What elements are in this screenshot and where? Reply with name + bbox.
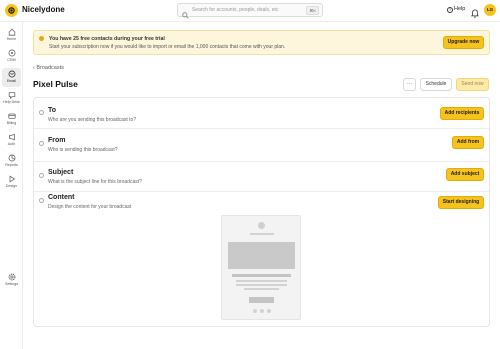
- sidebar-item-email[interactable]: Email: [2, 68, 21, 87]
- banner-title: You have 25 free contacts during your fr…: [49, 36, 165, 42]
- sidebar-item-help-desk[interactable]: Help Desk: [2, 89, 21, 108]
- banner-text: Start your subscription now if you would…: [49, 44, 286, 50]
- email-icon: [8, 70, 15, 78]
- search-shortcut: ⌘K: [306, 6, 319, 15]
- sidebar: Home CRM Email Help Desk Billing Auth Re…: [0, 22, 23, 349]
- sidebar-item-label: Help Desk: [3, 100, 20, 104]
- breadcrumb[interactable]: ‹ Broadcasts: [33, 65, 64, 71]
- add-from-button[interactable]: Add from: [452, 136, 484, 149]
- sidebar-item-label: Reports: [5, 163, 18, 167]
- preview-button: [249, 297, 274, 303]
- trial-banner: You have 25 free contacts during your fr…: [33, 30, 490, 55]
- section-subtitle: What is the subject line for this broadc…: [48, 179, 142, 185]
- sidebar-item-label: Email: [7, 79, 16, 83]
- sidebar-item-auth[interactable]: Auth: [2, 131, 21, 150]
- upgrade-now-button[interactable]: Upgrade now: [443, 36, 484, 49]
- brand-logo[interactable]: [5, 4, 18, 17]
- help-label: Help: [454, 6, 466, 12]
- section-subtitle: Design the content for your broadcast: [48, 204, 132, 210]
- section-title: From: [48, 137, 66, 144]
- sidebar-item-label: Design: [5, 184, 18, 188]
- search-input[interactable]: Search for accounts, people, deals, etc: [192, 7, 278, 13]
- gear-icon: [8, 273, 15, 281]
- more-options-button[interactable]: ···: [403, 78, 416, 91]
- home-icon: [8, 28, 15, 36]
- schedule-button[interactable]: Schedule: [420, 78, 452, 91]
- section-subject: Subject What is the subject line for thi…: [34, 162, 489, 192]
- status-circle-icon: [39, 141, 44, 146]
- section-subtitle: Who is sending this broadcast?: [48, 147, 118, 153]
- section-to: To Who are you sending this broadcast to…: [34, 98, 489, 129]
- design-icon: [9, 175, 15, 183]
- preview-logo: [258, 222, 265, 229]
- search-bar[interactable]: Search for accounts, people, deals, etc …: [177, 3, 323, 19]
- sidebar-item-crm[interactable]: CRM: [2, 47, 21, 66]
- help-icon: ?: [447, 7, 453, 13]
- section-subtitle: Who are you sending this broadcast to?: [48, 117, 137, 123]
- help-button[interactable]: ? Help: [447, 6, 465, 13]
- crm-icon: [8, 49, 15, 57]
- page-title: Pixel Pulse: [33, 79, 78, 89]
- breadcrumb-label: Broadcasts: [36, 65, 64, 71]
- sidebar-item-design[interactable]: Design: [2, 173, 21, 192]
- add-recipients-button[interactable]: Add recipients: [440, 107, 484, 120]
- add-subject-button[interactable]: Add subject: [446, 168, 484, 181]
- preview-social-dot: [253, 309, 257, 313]
- brand-name: Nicelydone: [22, 5, 65, 14]
- sidebar-item-label: CRM: [7, 58, 16, 62]
- auth-icon: [8, 133, 15, 141]
- sidebar-item-label: Billing: [6, 121, 17, 125]
- warning-icon: [39, 36, 44, 41]
- chevron-left-icon: ‹: [33, 65, 35, 71]
- preview-line: [250, 233, 274, 235]
- send-now-button[interactable]: Send now: [456, 78, 489, 91]
- sidebar-item-label: Settings: [5, 282, 18, 286]
- status-circle-icon: [39, 198, 44, 203]
- section-title: Subject: [48, 169, 74, 176]
- section-title: Content: [48, 194, 75, 201]
- sidebar-item-label: Auth: [7, 142, 16, 146]
- sidebar-item-billing[interactable]: Billing: [2, 110, 21, 129]
- reports-icon: [8, 154, 15, 162]
- status-circle-icon: [39, 110, 44, 115]
- preview-hero-image: [228, 242, 295, 269]
- preview-social-dot: [260, 309, 264, 313]
- preview-line: [236, 280, 287, 282]
- preview-social-dot: [267, 309, 271, 313]
- billing-icon: [7, 113, 16, 119]
- preview-heading: [232, 274, 291, 277]
- preview-line: [236, 284, 287, 286]
- preview-line: [244, 288, 279, 290]
- email-template-preview[interactable]: [221, 215, 301, 320]
- sidebar-item-home[interactable]: Home: [2, 26, 21, 45]
- sidebar-item-settings[interactable]: Settings: [2, 271, 21, 290]
- top-bar: Nicelydone Search for accounts, people, …: [0, 0, 500, 22]
- notification-bell-icon[interactable]: [471, 5, 479, 23]
- sidebar-item-reports[interactable]: Reports: [2, 152, 21, 171]
- start-designing-button[interactable]: Start designing: [438, 196, 484, 209]
- status-circle-icon: [39, 173, 44, 178]
- sidebar-item-label: Home: [6, 37, 17, 41]
- search-icon: [182, 6, 189, 24]
- avatar[interactable]: LG: [484, 4, 496, 16]
- section-title: To: [48, 107, 57, 114]
- section-from: From Who is sending this broadcast?: [34, 129, 489, 162]
- help-desk-icon: [8, 92, 15, 99]
